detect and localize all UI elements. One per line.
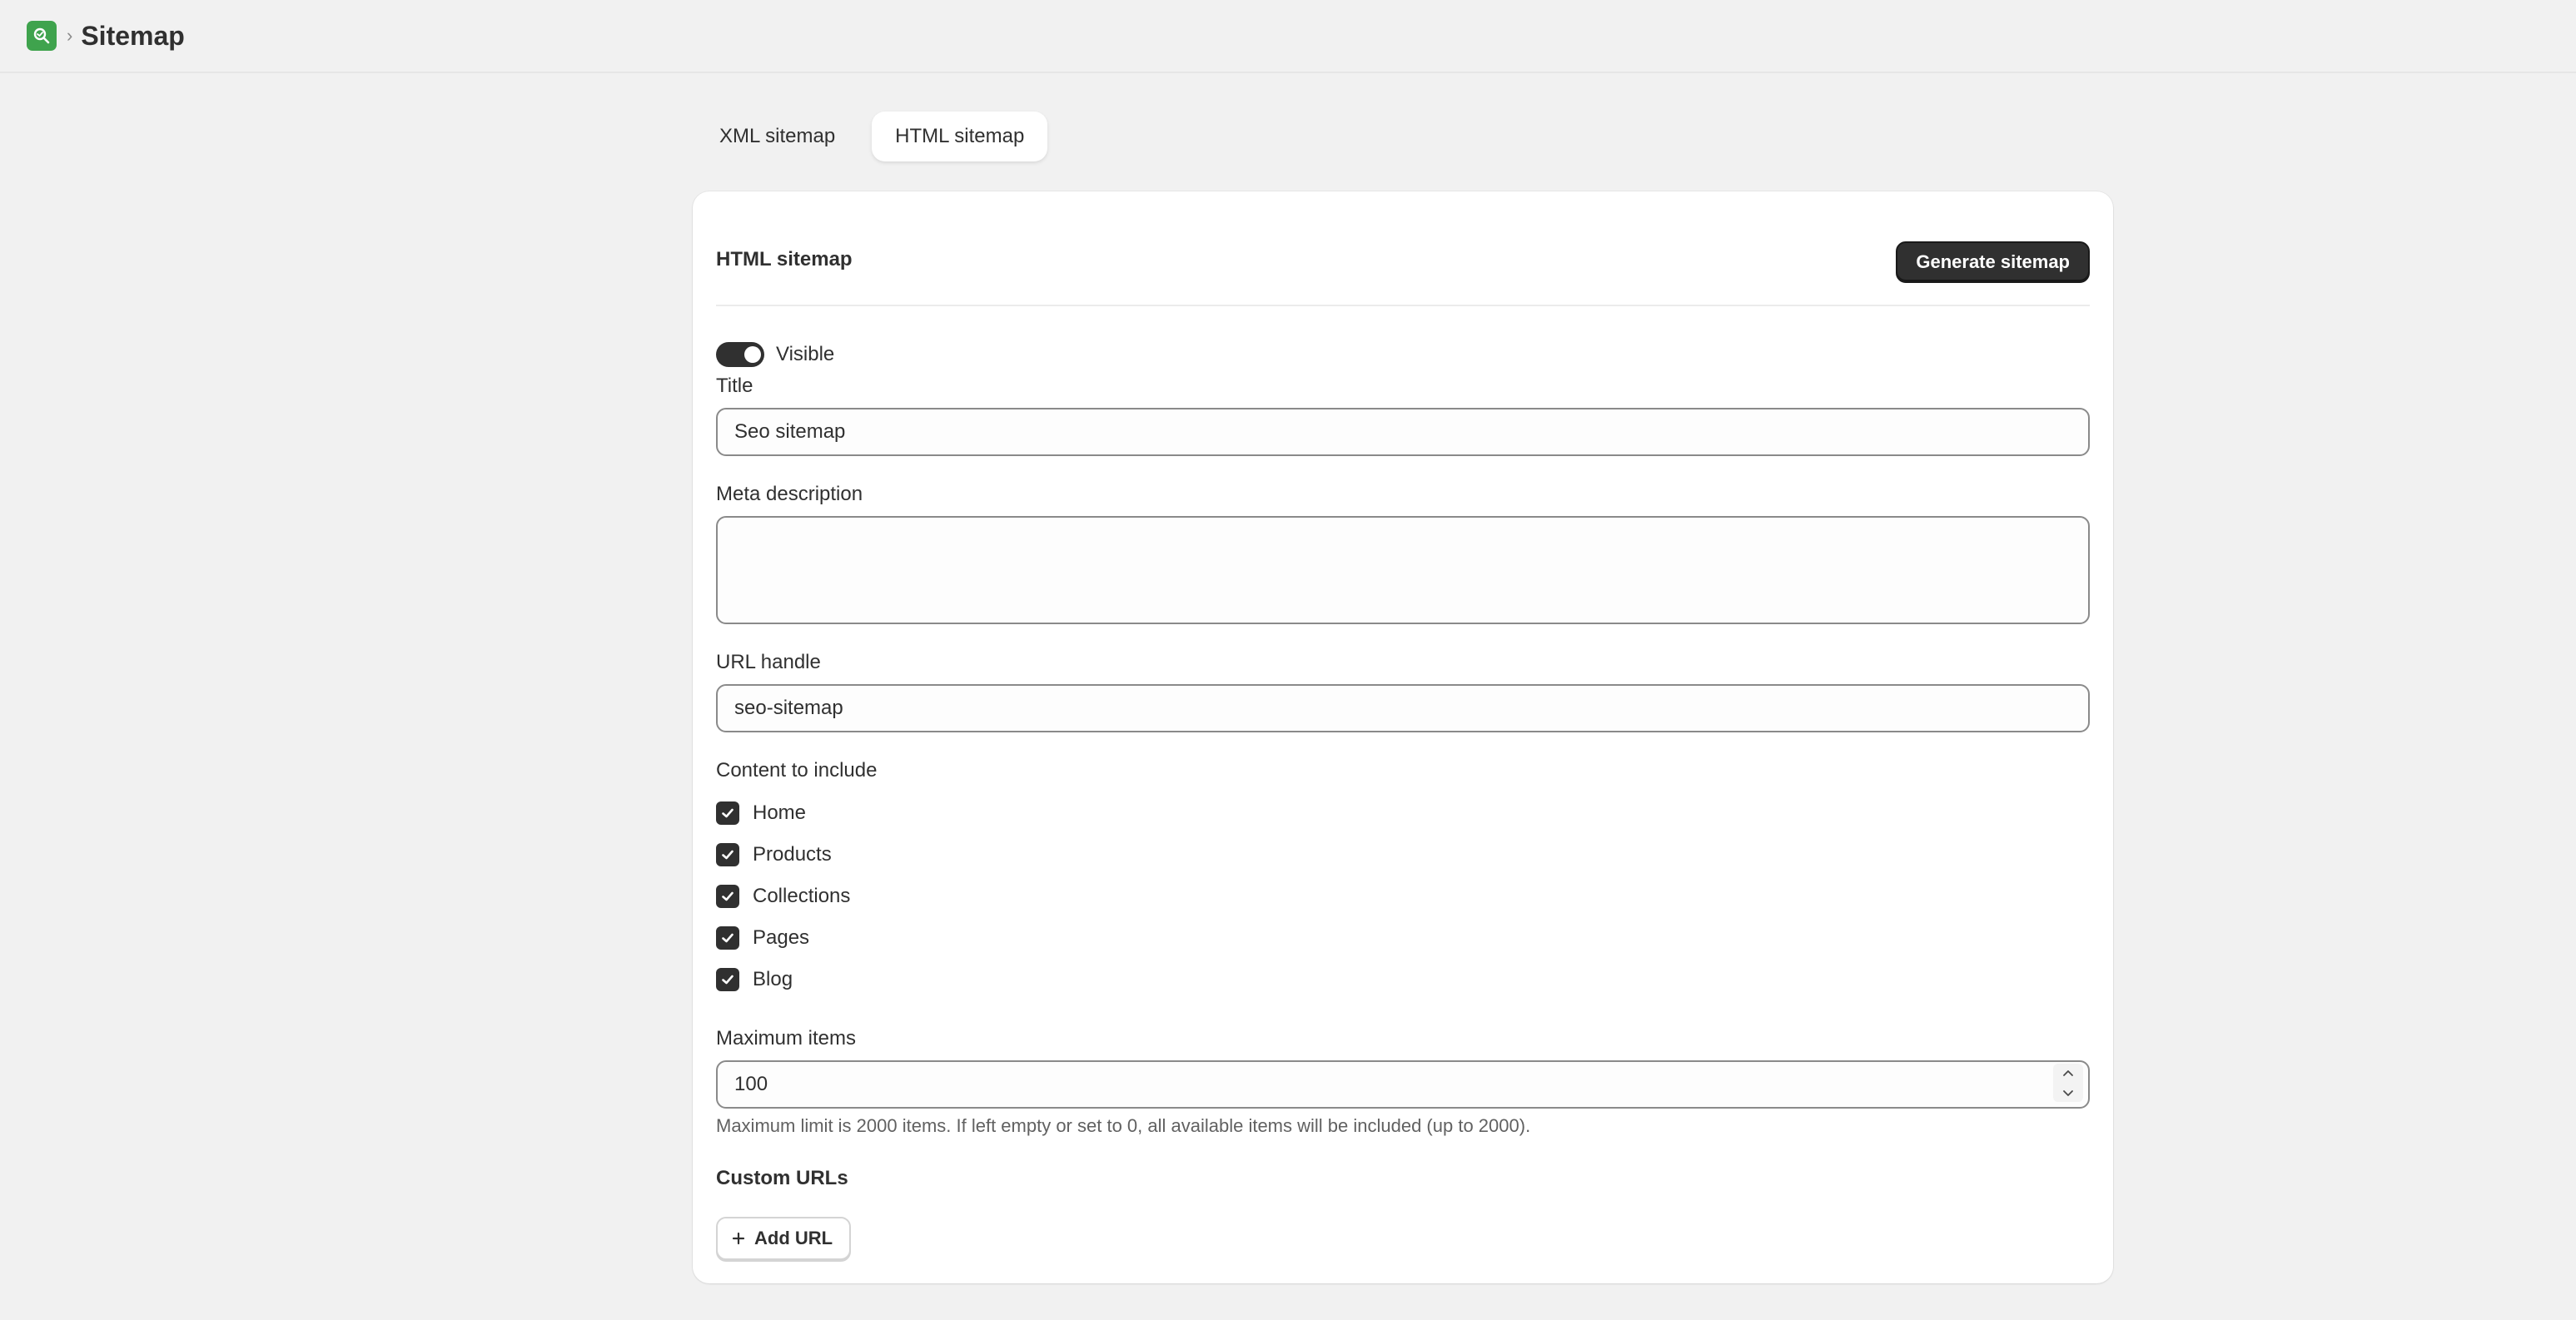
checkbox-products[interactable] <box>716 843 739 866</box>
checkbox-collections[interactable] <box>716 885 739 908</box>
checkmark-icon <box>722 891 734 901</box>
checkbox-home-row[interactable]: Home <box>716 792 850 834</box>
number-stepper <box>2053 1064 2083 1102</box>
checkbox-pages[interactable] <box>716 926 739 950</box>
chevron-up-icon[interactable] <box>2061 1069 2075 1079</box>
meta-description-textarea[interactable] <box>716 516 2090 624</box>
tab-xml-sitemap[interactable]: XML sitemap <box>696 112 858 161</box>
custom-urls-title: Custom URLs <box>716 1167 848 1189</box>
checkbox-label: Home <box>753 801 807 824</box>
generate-sitemap-button[interactable]: Generate sitemap <box>1896 241 2090 283</box>
page-title: Sitemap <box>81 20 185 51</box>
maximum-items-label: Maximum items <box>716 1027 857 1050</box>
checkmark-icon <box>722 933 734 943</box>
checkmark-icon <box>722 850 734 860</box>
checkmark-icon <box>722 975 734 985</box>
maximum-items-help-text: Maximum limit is 2000 items. If left emp… <box>716 1115 1531 1136</box>
meta-description-label: Meta description <box>716 483 863 505</box>
checkbox-collections-row[interactable]: Collections <box>716 876 850 917</box>
add-url-label: Add URL <box>754 1228 833 1248</box>
checkbox-blog-row[interactable]: Blog <box>716 959 850 1000</box>
url-handle-label: URL handle <box>716 651 821 673</box>
tab-html-sitemap[interactable]: HTML sitemap <box>872 112 1048 161</box>
plus-icon <box>732 1232 745 1245</box>
card-header: HTML sitemap Generate sitemap <box>716 215 2090 306</box>
checkbox-products-row[interactable]: Products <box>716 834 850 876</box>
url-handle-input[interactable] <box>716 684 2090 732</box>
maximum-items-input[interactable] <box>716 1060 2090 1109</box>
checkbox-label: Collections <box>753 885 851 907</box>
content-checklist: Home Products Collections Pages Blog <box>716 792 850 1000</box>
checkbox-label: Pages <box>753 926 810 949</box>
add-url-button[interactable]: Add URL <box>716 1217 852 1260</box>
checkbox-blog[interactable] <box>716 968 739 991</box>
checkbox-label: Blog <box>753 968 793 990</box>
maximum-items-field <box>716 1060 2090 1109</box>
breadcrumb-separator: › <box>67 25 73 46</box>
chevron-down-icon[interactable] <box>2061 1088 2075 1098</box>
top-bar: › Sitemap <box>0 0 2576 73</box>
content-to-include-label: Content to include <box>716 759 878 782</box>
checkbox-label: Products <box>753 843 832 866</box>
title-label: Title <box>716 375 753 397</box>
checkbox-pages-row[interactable]: Pages <box>716 917 850 959</box>
visibility-toggle[interactable] <box>716 342 764 367</box>
title-input[interactable] <box>716 408 2090 456</box>
toggle-knob <box>744 346 761 363</box>
checkmark-icon <box>722 808 734 818</box>
checkbox-home[interactable] <box>716 801 739 825</box>
app-logo-icon[interactable] <box>27 21 57 51</box>
visibility-label: Visible <box>776 343 835 365</box>
card-title: HTML sitemap <box>716 248 853 270</box>
tab-bar: XML sitemap HTML sitemap <box>696 112 1048 161</box>
html-sitemap-card: HTML sitemap Generate sitemap Visible Ti… <box>693 191 2113 1283</box>
